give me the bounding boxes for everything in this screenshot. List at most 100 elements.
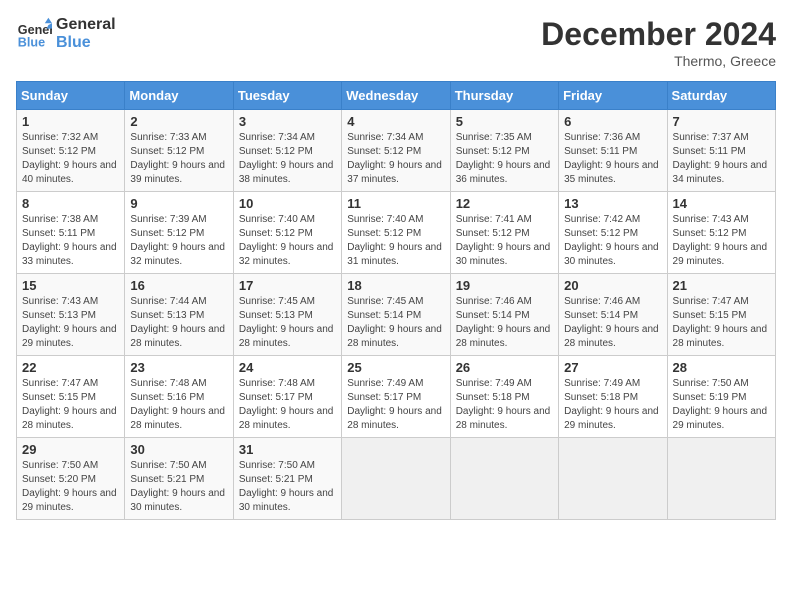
day-info: Sunrise: 7:37 AMSunset: 5:11 PMDaylight:… [673,132,768,185]
day-info: Sunrise: 7:49 AMSunset: 5:18 PMDaylight:… [564,378,659,431]
calendar-day-cell: 12 Sunrise: 7:41 AMSunset: 5:12 PMDaylig… [450,192,558,274]
day-number: 31 [239,442,336,457]
day-info: Sunrise: 7:50 AMSunset: 5:21 PMDaylight:… [239,460,334,513]
calendar-table: SundayMondayTuesdayWednesdayThursdayFrid… [16,81,776,520]
day-number: 4 [347,114,444,129]
day-info: Sunrise: 7:48 AMSunset: 5:16 PMDaylight:… [130,378,225,431]
day-of-week-header: Friday [559,82,667,110]
calendar-week-row: 1 Sunrise: 7:32 AMSunset: 5:12 PMDayligh… [17,110,776,192]
logo-text-line1: General [56,16,116,34]
day-number: 27 [564,360,661,375]
logo-icon: General Blue [16,16,52,52]
calendar-day-cell: 28 Sunrise: 7:50 AMSunset: 5:19 PMDaylig… [667,356,775,438]
location-subtitle: Thermo, Greece [541,53,776,69]
day-of-week-header: Wednesday [342,82,450,110]
day-number: 19 [456,278,553,293]
calendar-day-cell: 29 Sunrise: 7:50 AMSunset: 5:20 PMDaylig… [17,438,125,520]
calendar-day-cell [559,438,667,520]
day-info: Sunrise: 7:47 AMSunset: 5:15 PMDaylight:… [673,296,768,349]
day-number: 15 [22,278,119,293]
day-number: 2 [130,114,227,129]
day-info: Sunrise: 7:32 AMSunset: 5:12 PMDaylight:… [22,132,117,185]
day-info: Sunrise: 7:43 AMSunset: 5:12 PMDaylight:… [673,214,768,267]
day-of-week-header: Sunday [17,82,125,110]
day-info: Sunrise: 7:36 AMSunset: 5:11 PMDaylight:… [564,132,659,185]
day-number: 24 [239,360,336,375]
svg-text:Blue: Blue [18,36,45,50]
calendar-day-cell: 24 Sunrise: 7:48 AMSunset: 5:17 PMDaylig… [233,356,341,438]
day-of-week-header: Thursday [450,82,558,110]
calendar-day-cell: 3 Sunrise: 7:34 AMSunset: 5:12 PMDayligh… [233,110,341,192]
day-number: 6 [564,114,661,129]
day-number: 25 [347,360,444,375]
day-info: Sunrise: 7:38 AMSunset: 5:11 PMDaylight:… [22,214,117,267]
calendar-day-cell: 26 Sunrise: 7:49 AMSunset: 5:18 PMDaylig… [450,356,558,438]
day-info: Sunrise: 7:46 AMSunset: 5:14 PMDaylight:… [564,296,659,349]
calendar-day-cell: 10 Sunrise: 7:40 AMSunset: 5:12 PMDaylig… [233,192,341,274]
day-number: 23 [130,360,227,375]
calendar-week-row: 8 Sunrise: 7:38 AMSunset: 5:11 PMDayligh… [17,192,776,274]
day-number: 16 [130,278,227,293]
day-of-week-header: Tuesday [233,82,341,110]
day-info: Sunrise: 7:34 AMSunset: 5:12 PMDaylight:… [239,132,334,185]
calendar-day-cell [450,438,558,520]
calendar-day-cell: 15 Sunrise: 7:43 AMSunset: 5:13 PMDaylig… [17,274,125,356]
calendar-day-cell: 5 Sunrise: 7:35 AMSunset: 5:12 PMDayligh… [450,110,558,192]
day-number: 3 [239,114,336,129]
calendar-day-cell: 18 Sunrise: 7:45 AMSunset: 5:14 PMDaylig… [342,274,450,356]
calendar-day-cell: 27 Sunrise: 7:49 AMSunset: 5:18 PMDaylig… [559,356,667,438]
day-info: Sunrise: 7:33 AMSunset: 5:12 PMDaylight:… [130,132,225,185]
calendar-day-cell: 23 Sunrise: 7:48 AMSunset: 5:16 PMDaylig… [125,356,233,438]
logo: General Blue General Blue [16,16,116,52]
calendar-day-cell: 6 Sunrise: 7:36 AMSunset: 5:11 PMDayligh… [559,110,667,192]
calendar-week-row: 15 Sunrise: 7:43 AMSunset: 5:13 PMDaylig… [17,274,776,356]
day-number: 11 [347,196,444,211]
calendar-day-cell: 2 Sunrise: 7:33 AMSunset: 5:12 PMDayligh… [125,110,233,192]
day-number: 10 [239,196,336,211]
title-block: December 2024 Thermo, Greece [541,16,776,69]
day-info: Sunrise: 7:46 AMSunset: 5:14 PMDaylight:… [456,296,551,349]
calendar-day-cell: 22 Sunrise: 7:47 AMSunset: 5:15 PMDaylig… [17,356,125,438]
day-number: 21 [673,278,770,293]
calendar-header-row: SundayMondayTuesdayWednesdayThursdayFrid… [17,82,776,110]
calendar-week-row: 22 Sunrise: 7:47 AMSunset: 5:15 PMDaylig… [17,356,776,438]
calendar-day-cell: 16 Sunrise: 7:44 AMSunset: 5:13 PMDaylig… [125,274,233,356]
calendar-day-cell: 7 Sunrise: 7:37 AMSunset: 5:11 PMDayligh… [667,110,775,192]
day-info: Sunrise: 7:48 AMSunset: 5:17 PMDaylight:… [239,378,334,431]
day-info: Sunrise: 7:50 AMSunset: 5:19 PMDaylight:… [673,378,768,431]
day-info: Sunrise: 7:50 AMSunset: 5:20 PMDaylight:… [22,460,117,513]
day-number: 17 [239,278,336,293]
day-number: 26 [456,360,553,375]
calendar-day-cell: 1 Sunrise: 7:32 AMSunset: 5:12 PMDayligh… [17,110,125,192]
calendar-day-cell: 4 Sunrise: 7:34 AMSunset: 5:12 PMDayligh… [342,110,450,192]
day-info: Sunrise: 7:44 AMSunset: 5:13 PMDaylight:… [130,296,225,349]
day-number: 12 [456,196,553,211]
day-info: Sunrise: 7:35 AMSunset: 5:12 PMDaylight:… [456,132,551,185]
page-header: General Blue General Blue December 2024 … [16,16,776,69]
day-info: Sunrise: 7:45 AMSunset: 5:14 PMDaylight:… [347,296,442,349]
calendar-day-cell: 11 Sunrise: 7:40 AMSunset: 5:12 PMDaylig… [342,192,450,274]
day-info: Sunrise: 7:47 AMSunset: 5:15 PMDaylight:… [22,378,117,431]
day-number: 9 [130,196,227,211]
day-info: Sunrise: 7:49 AMSunset: 5:17 PMDaylight:… [347,378,442,431]
calendar-day-cell: 21 Sunrise: 7:47 AMSunset: 5:15 PMDaylig… [667,274,775,356]
day-of-week-header: Saturday [667,82,775,110]
calendar-day-cell: 9 Sunrise: 7:39 AMSunset: 5:12 PMDayligh… [125,192,233,274]
calendar-day-cell [667,438,775,520]
day-info: Sunrise: 7:41 AMSunset: 5:12 PMDaylight:… [456,214,551,267]
calendar-day-cell: 14 Sunrise: 7:43 AMSunset: 5:12 PMDaylig… [667,192,775,274]
calendar-day-cell: 8 Sunrise: 7:38 AMSunset: 5:11 PMDayligh… [17,192,125,274]
day-info: Sunrise: 7:40 AMSunset: 5:12 PMDaylight:… [347,214,442,267]
day-number: 5 [456,114,553,129]
calendar-day-cell [342,438,450,520]
day-of-week-header: Monday [125,82,233,110]
day-info: Sunrise: 7:39 AMSunset: 5:12 PMDaylight:… [130,214,225,267]
calendar-day-cell: 25 Sunrise: 7:49 AMSunset: 5:17 PMDaylig… [342,356,450,438]
calendar-day-cell: 31 Sunrise: 7:50 AMSunset: 5:21 PMDaylig… [233,438,341,520]
day-info: Sunrise: 7:34 AMSunset: 5:12 PMDaylight:… [347,132,442,185]
day-number: 13 [564,196,661,211]
day-number: 30 [130,442,227,457]
day-info: Sunrise: 7:40 AMSunset: 5:12 PMDaylight:… [239,214,334,267]
calendar-day-cell: 17 Sunrise: 7:45 AMSunset: 5:13 PMDaylig… [233,274,341,356]
calendar-day-cell: 20 Sunrise: 7:46 AMSunset: 5:14 PMDaylig… [559,274,667,356]
